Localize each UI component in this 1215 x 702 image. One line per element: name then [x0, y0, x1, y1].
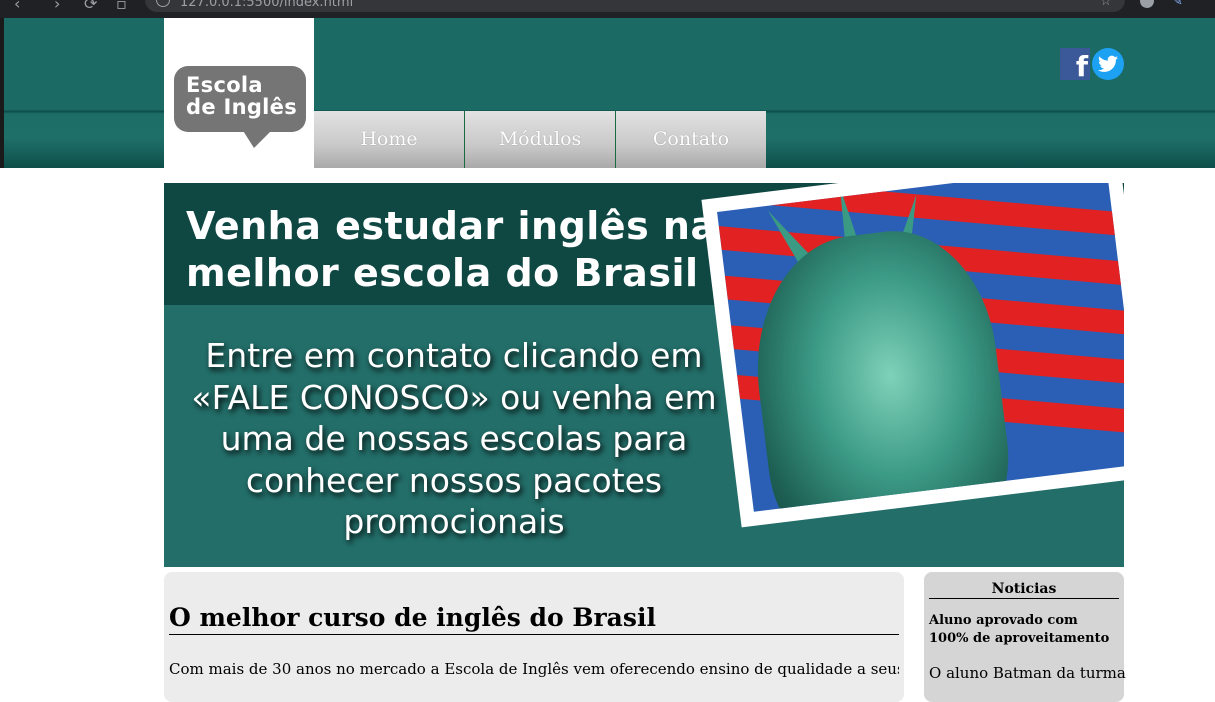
profile-icon[interactable]	[1140, 0, 1154, 8]
back-icon[interactable]: ‹	[14, 0, 20, 13]
menu-item-home[interactable]: Home	[314, 111, 465, 168]
news-sidebar: Noticias Aluno aprovado com 100% de apro…	[924, 572, 1126, 702]
main-menu: Home Módulos Contato	[314, 111, 766, 168]
banner-body-line5: promocionais	[343, 502, 565, 541]
news-item-title[interactable]: Aluno aprovado com 100% de aproveitament…	[929, 612, 1119, 648]
logo-text: Escola de Inglês	[186, 74, 297, 118]
photo-image	[717, 183, 1124, 512]
menu-item-modulos[interactable]: Módulos	[465, 111, 616, 168]
browser-toolbar: ‹ › ⟳ ▫ 127.0.0.1:5500/index.html ☆ ✎	[0, 0, 1215, 18]
banner-body-line4: conhecer nossos pacotes	[245, 460, 663, 500]
twitter-icon[interactable]	[1092, 48, 1124, 80]
bookmark-star-icon[interactable]: ☆	[1100, 0, 1112, 9]
logo-line2: de Inglês	[186, 95, 298, 119]
speech-bubble-tail	[231, 126, 277, 148]
statue-of-liberty-photo	[701, 183, 1124, 528]
main-article: O melhor curso de inglês do Brasil Com m…	[164, 572, 904, 702]
forward-icon[interactable]: ›	[54, 0, 60, 13]
banner-body-line3: uma de nossas escolas para	[220, 419, 688, 458]
article-title: O melhor curso de inglês do Brasil	[169, 602, 899, 635]
news-heading: Noticias	[929, 580, 1119, 599]
banner-title: Venha estudar inglês na melhor escola do…	[186, 203, 717, 297]
logo-line1: Escola	[186, 73, 263, 97]
banner-title-line2: melhor escola do Brasil	[186, 251, 699, 295]
banner-body: Entre em contato clicando em «FALE CONOS…	[164, 335, 744, 543]
menu-item-contato[interactable]: Contato	[616, 111, 766, 168]
reload-icon[interactable]: ⟳	[84, 0, 97, 13]
banner-body-line2: «FALE CONOSCO» ou venha em	[191, 377, 717, 417]
facebook-icon[interactable]: f	[1060, 48, 1090, 80]
extension-icon[interactable]: ✎	[1172, 0, 1183, 9]
article-text: Com mais de 30 anos no mercado a Escola …	[169, 660, 899, 678]
address-bar-url[interactable]: 127.0.0.1:5500/index.html	[180, 0, 353, 10]
news-item-text: O aluno Batman da turma	[929, 664, 1126, 682]
home-icon[interactable]: ▫	[116, 0, 127, 13]
twitter-bird-icon	[1098, 55, 1118, 72]
banner-title-line1: Venha estudar inglês na	[186, 204, 717, 248]
banner-body-line1: Entre em contato clicando em	[205, 336, 703, 375]
logo[interactable]: Escola de Inglês	[164, 18, 314, 168]
hero-banner: Venha estudar inglês na melhor escola do…	[164, 183, 1124, 567]
